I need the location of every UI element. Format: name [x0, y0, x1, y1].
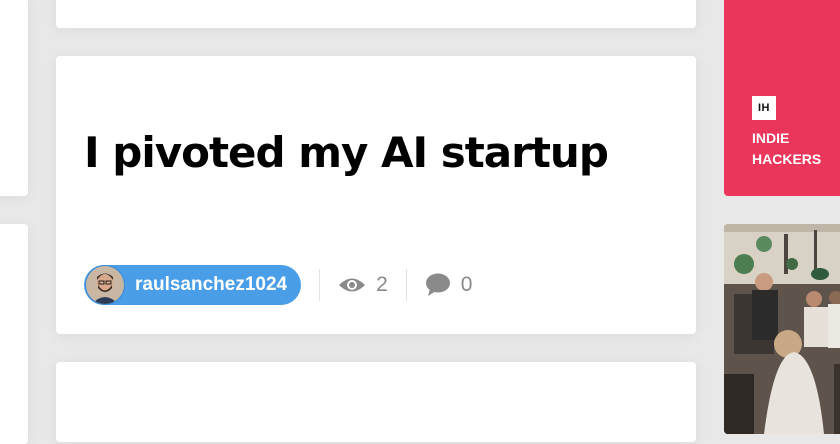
ih-logo: IH [752, 96, 776, 120]
divider [319, 269, 321, 301]
views-count: 2 [338, 273, 388, 297]
post-card[interactable]: I pivoted my AI startup raulsanchez1024 [56, 56, 696, 334]
post-meta: raulsanchez1024 2 0 [84, 264, 472, 306]
divider [405, 269, 407, 301]
ih-text-line-1: INDIE [752, 130, 790, 146]
speech-bubble-icon [425, 273, 450, 296]
left-partial-card[interactable] [0, 0, 28, 196]
author-button[interactable]: raulsanchez1024 [84, 265, 302, 305]
cafe-photo[interactable] [724, 224, 840, 434]
ih-text: INDIE HACKERS [752, 128, 821, 170]
comments-count[interactable]: 0 [425, 273, 473, 297]
left-partial-card-lower[interactable] [0, 224, 28, 444]
post-title[interactable]: I pivoted my AI startup [84, 128, 609, 177]
comments-number: 0 [460, 273, 473, 296]
previous-post-card[interactable] [56, 0, 696, 28]
ih-text-line-2: HACKERS [752, 151, 822, 167]
author-username: raulsanchez1024 [135, 274, 288, 295]
views-number: 2 [376, 273, 388, 296]
next-post-card[interactable] [56, 362, 696, 442]
avatar [85, 265, 125, 305]
eye-icon [339, 278, 366, 292]
indie-hackers-ad[interactable]: IH INDIE HACKERS [724, 0, 840, 196]
